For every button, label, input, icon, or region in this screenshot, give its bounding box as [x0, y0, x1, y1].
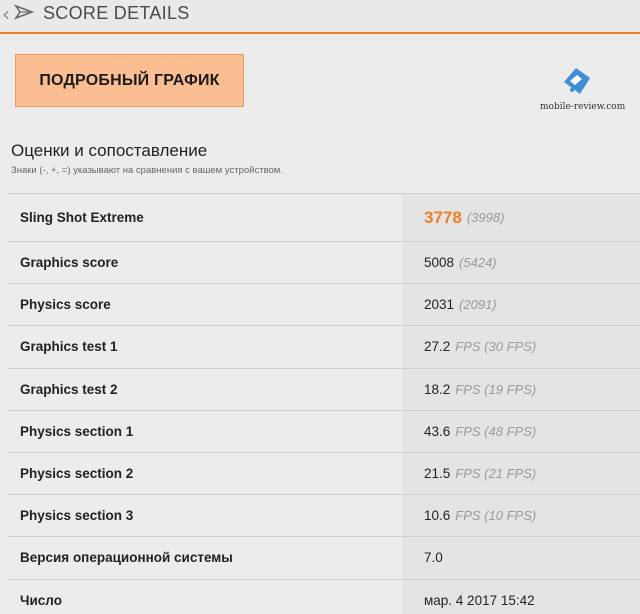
compare-value: FPS (10 FPS): [455, 508, 537, 524]
row-value: 3778 (3998): [402, 194, 640, 241]
table-row: Graphics score 5008 (5424): [8, 242, 640, 285]
top-bar: ‹ SCORE DETAILS: [0, 0, 640, 32]
score-value: 18.2: [424, 381, 451, 397]
os-version-value: 7.0: [424, 550, 443, 566]
score-value: 43.6: [424, 423, 451, 439]
row-label: Число: [20, 592, 62, 608]
score-value: 5008: [424, 255, 455, 271]
row-value: 2031 (2091): [402, 284, 640, 326]
section-title: Оценки и сопоставление: [11, 141, 208, 160]
table-row: Graphics test 2 18.2 FPS (19 FPS): [8, 368, 640, 411]
row-label: Graphics test 1: [20, 339, 118, 355]
score-value: 10.6: [424, 508, 451, 524]
row-value: 21.5 FPS (21 FPS): [402, 452, 640, 495]
row-value: 10.6 FPS (10 FPS): [402, 495, 640, 537]
back-chevron-icon[interactable]: ‹: [2, 2, 10, 26]
mobile-review-logo-icon: [564, 68, 590, 94]
row-value: мар. 4 2017 15:42: [402, 579, 640, 614]
compare-value: FPS (48 FPS): [455, 423, 537, 439]
row-label: Версия операционной системы: [20, 550, 233, 566]
row-value: 7.0: [402, 537, 640, 579]
compare-value: (5424): [459, 255, 497, 271]
detailed-graph-button[interactable]: ПОДРОБНЫЙ ГРАФИК: [15, 54, 244, 107]
compare-value: (2091): [459, 297, 497, 313]
header-divider: [0, 32, 640, 34]
score-table: Sling Shot Extreme 3778 (3998) Graphics s…: [8, 193, 640, 614]
row-value: 43.6 FPS (48 FPS): [402, 410, 640, 452]
score-value: 27.2: [424, 339, 451, 355]
brand-text: mobile-review.com: [540, 102, 626, 112]
section-subtitle: Знаки (-, +, =) указывают на сравнения с…: [11, 165, 283, 176]
compare-value: (3998): [466, 210, 505, 225]
table-row: Physics section 3 10.6 FPS (10 FPS): [8, 495, 640, 538]
brand-watermark: mobile-review.com: [536, 66, 625, 116]
compare-value: FPS (19 FPS): [455, 381, 537, 397]
row-label: Graphics test 2: [20, 381, 118, 397]
3dmark-logo-icon: [14, 4, 34, 20]
score-value: 21.5: [424, 466, 451, 482]
table-row: Graphics test 1 27.2 FPS (30 FPS): [8, 326, 640, 369]
table-row: Sling Shot Extreme 3778 (3998): [8, 194, 640, 242]
compare-value: FPS (30 FPS): [455, 339, 537, 355]
score-value: 2031: [424, 297, 455, 313]
date-value: мар. 4 2017 15:42: [424, 592, 535, 608]
main-score: 3778: [424, 207, 462, 227]
row-label: Physics section 2: [20, 466, 134, 482]
compare-value: FPS (21 FPS): [455, 466, 537, 482]
row-label: Physics section 1: [20, 423, 134, 439]
page-title: SCORE DETAILS: [43, 3, 190, 23]
row-value: 5008 (5424): [402, 242, 640, 284]
row-label: Sling Shot Extreme: [20, 210, 144, 225]
row-label: Physics score: [20, 297, 111, 313]
table-row: Physics section 1 43.6 FPS (48 FPS): [8, 410, 640, 453]
row-value: 18.2 FPS (19 FPS): [402, 368, 640, 410]
table-row: Число мар. 4 2017 15:42: [8, 579, 640, 614]
row-label: Physics section 3: [20, 508, 134, 524]
table-row: Версия операционной системы 7.0: [8, 537, 640, 580]
table-row: Physics section 2 21.5 FPS (21 FPS): [8, 452, 640, 496]
row-label: Graphics score: [20, 255, 119, 271]
table-row: Physics score 2031 (2091): [8, 284, 640, 327]
row-value: 27.2 FPS (30 FPS): [402, 326, 640, 368]
